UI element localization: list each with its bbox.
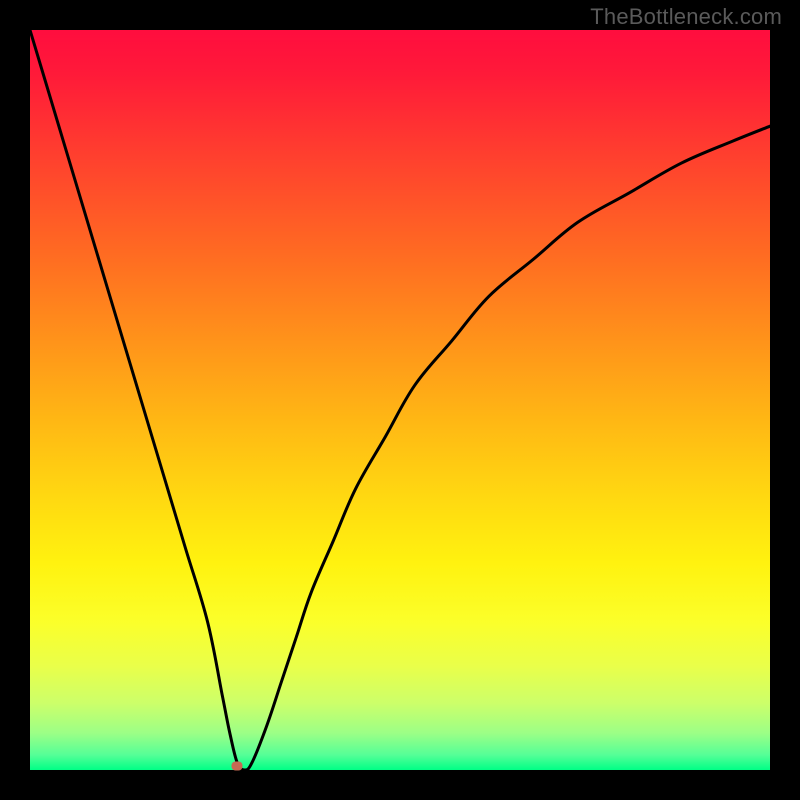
minimum-marker <box>232 762 243 771</box>
bottleneck-curve-path <box>30 30 770 770</box>
watermark-text: TheBottleneck.com <box>590 4 782 30</box>
curve-layer <box>30 30 770 770</box>
plot-area <box>30 30 770 770</box>
chart-frame: TheBottleneck.com <box>0 0 800 800</box>
